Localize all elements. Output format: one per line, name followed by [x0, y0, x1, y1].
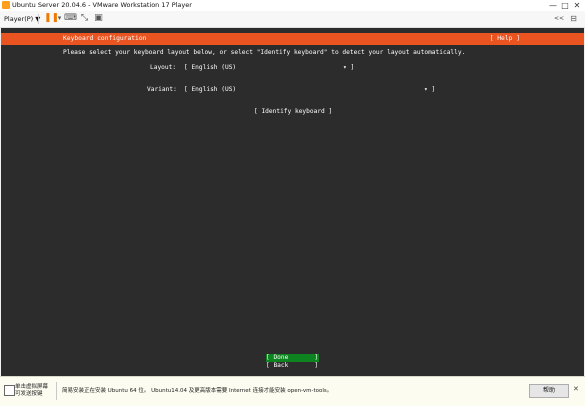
collapse-devices-button[interactable]: << [554, 13, 564, 24]
vmware-app-icon [2, 1, 10, 9]
variant-label: Variant: [147, 86, 177, 93]
fit-guest-icon[interactable]: ⤡ [79, 13, 90, 24]
send-ctrl-alt-del-icon[interactable]: ⌨ [64, 13, 77, 24]
variant-select[interactable]: [ English (US) [184, 85, 236, 94]
layout-select[interactable]: [ English (US) [184, 63, 236, 72]
layout-label: Layout: [150, 64, 177, 71]
page-title: Keyboard configuration [63, 35, 147, 42]
status-divider [56, 382, 57, 400]
unity-mode-icon[interactable]: ▣ [93, 13, 104, 24]
status-bar: 单击虚拟屏幕 可发送按键 简易安装正在安装 Ubuntu 64 位。 Ubunt… [0, 376, 585, 406]
status-close-icon[interactable]: ✕ [573, 384, 579, 394]
close-button[interactable]: ✕ [567, 0, 585, 11]
identify-keyboard-button[interactable]: [ Identify keyboard ] [254, 107, 332, 116]
variant-select-arrow[interactable]: ▾ ] [424, 85, 435, 94]
player-toolbar: Player(P) ▼ ❚❚ ▾ ⌨ ⤡ ▣ << ⊟ [0, 11, 585, 28]
removable-devices-icon[interactable]: ⊟ [568, 13, 579, 24]
keyboard-capture-icon [4, 385, 15, 396]
done-button-label: [ Done ] [266, 354, 319, 361]
easy-install-message: 简易安装正在安装 Ubuntu 64 位。 Ubuntu14.04 及更高版本需… [62, 388, 333, 394]
help-button[interactable]: [ Help ] [490, 33, 520, 45]
window-title: Ubuntu Server 20.04.6 - VMware Workstati… [12, 1, 192, 9]
layout-select-arrow[interactable]: ▾ ] [343, 63, 354, 72]
done-button[interactable]: [ Done ] [266, 354, 319, 362]
instruction-text: Please select your keyboard layout below… [63, 49, 466, 56]
player-menu[interactable]: Player(P) ▼ [4, 13, 40, 25]
installer-header: Keyboard configuration [ Help ] [1, 33, 584, 45]
vm-screen[interactable]: Keyboard configuration [ Help ] Please s… [1, 28, 584, 376]
toolbar-separator [38, 14, 39, 24]
status-help-button[interactable]: 帮助 [529, 384, 569, 398]
click-screen-hint: 单击虚拟屏幕 可发送按键 [15, 384, 49, 397]
back-button[interactable]: [ Back ] [266, 362, 318, 370]
